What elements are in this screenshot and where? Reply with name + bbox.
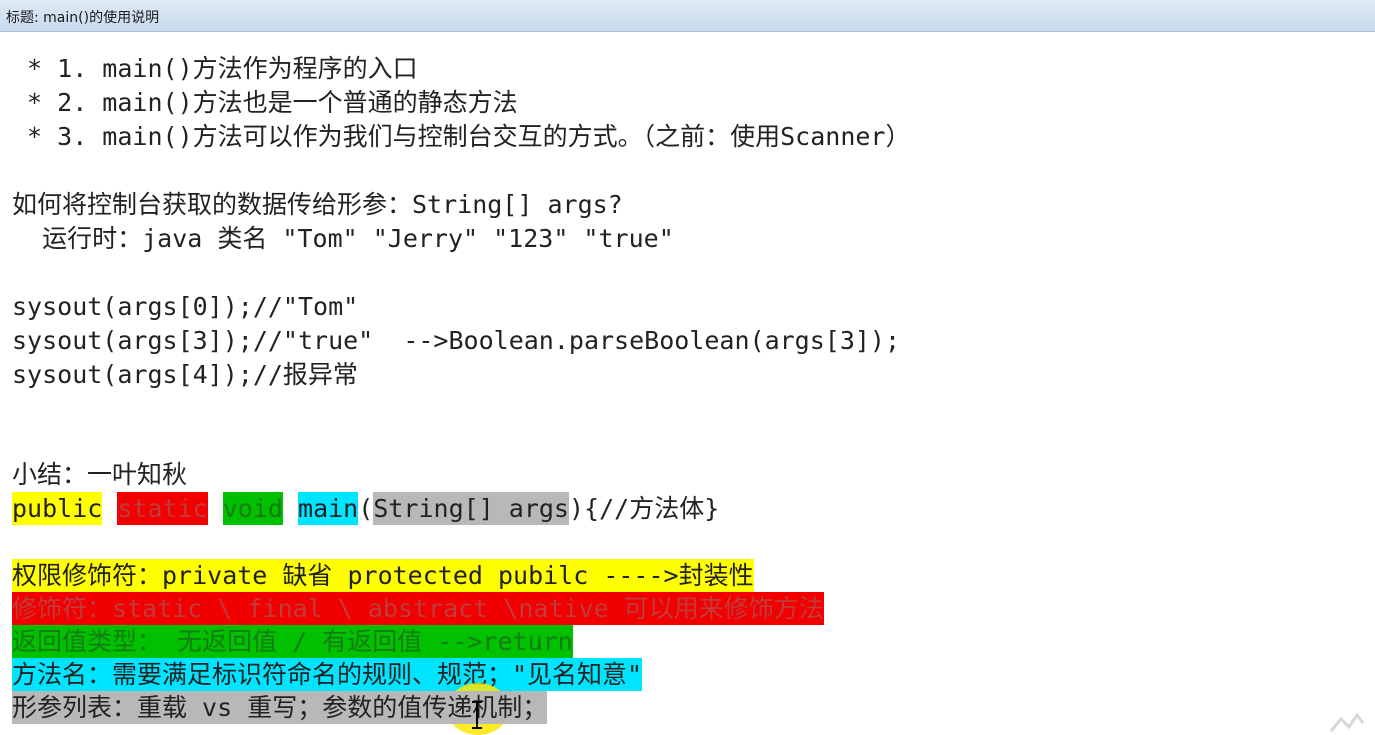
note-point-1: * 1. main()方法作为程序的入口 [12, 54, 418, 83]
note-point-2: * 2. main()方法也是一个普通的静态方法 [12, 88, 518, 117]
window-title: 标题: main()的使用说明 [6, 10, 160, 26]
signature-rest: ){//方法体} [568, 494, 720, 523]
explain-param-list-text: 形参列表：重载 vs 重写；参数的值传递机制； [12, 691, 548, 724]
keyword-public: public [12, 492, 103, 525]
method-name-main: main [298, 492, 359, 525]
text-cursor-icon [472, 701, 482, 729]
code-line-2: sysout(args[3]);//"true" -->Boolean.pars… [12, 326, 901, 355]
main-signature: public static void main(String[] args){/… [12, 492, 719, 525]
note-point-3: * 3. main()方法可以作为我们与控制台交互的方式。（之前：使用Scann… [12, 122, 911, 151]
explain-modifier: 修饰符：static \ final \ abstract \native 可以… [12, 592, 824, 625]
explain-method-name-text: 方法名：需要满足标识符命名的规则、规范；"见名知意" [12, 658, 643, 691]
explain-return-type-text: 返回值类型： 无返回值 / 有返回值 -->return [12, 625, 573, 658]
corner-mark-icon [1329, 712, 1365, 732]
keyword-void: void [222, 492, 283, 525]
window-title-bar: 标题: main()的使用说明 [0, 0, 1375, 32]
param-list: String[] args [373, 492, 569, 525]
explain-access-modifier-text: 权限修饰符：private 缺省 protected pubilc ---->封… [12, 559, 754, 592]
keyword-static: static [117, 492, 208, 525]
explain-param-list: 形参列表：重载 vs 重写；参数的值传递机制； [12, 691, 548, 724]
explain-method-name: 方法名：需要满足标识符命名的规则、规范；"见名知意" [12, 658, 643, 691]
code-line-1: sysout(args[0]);//"Tom" [12, 292, 359, 321]
explain-modifier-text: 修饰符：static \ final \ abstract \native 可以… [12, 592, 824, 625]
explain-access-modifier: 权限修饰符：private 缺省 protected pubilc ---->封… [12, 559, 754, 592]
run-example: 运行时：java 类名 "Tom" "Jerry" "123" "true" [12, 224, 674, 253]
args-question: 如何将控制台获取的数据传给形参：String[] args? [12, 190, 623, 219]
code-line-3: sysout(args[4]);//报异常 [12, 360, 358, 389]
summary-title: 小结：一叶知秋 [12, 460, 188, 489]
explain-return-type: 返回值类型： 无返回值 / 有返回值 -->return [12, 625, 573, 658]
open-paren: ( [358, 494, 374, 523]
